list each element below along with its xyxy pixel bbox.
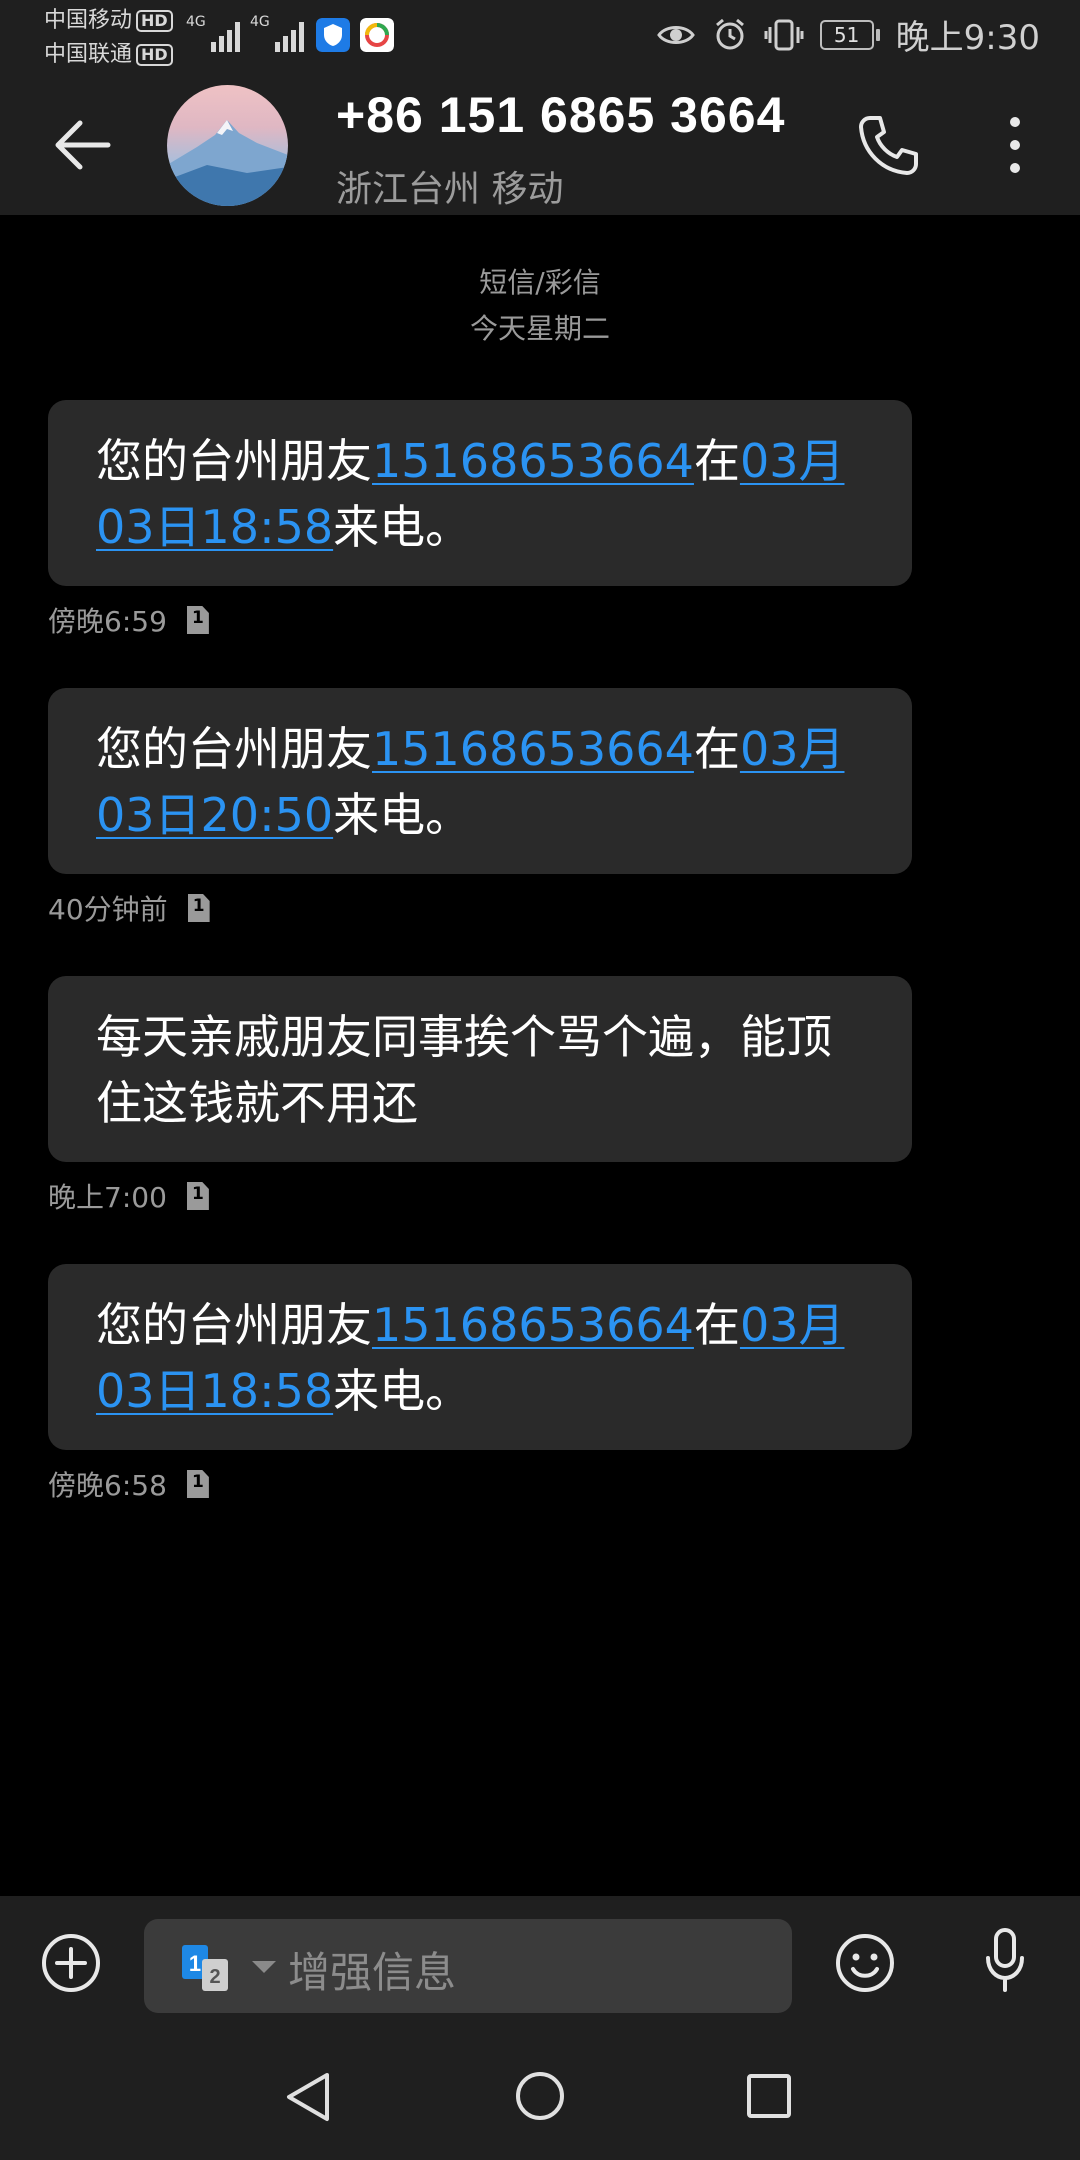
message-placeholder: 增强信息: [288, 1948, 457, 1997]
sim-switch-icon[interactable]: 1 2: [180, 1943, 236, 1993]
clock: 晚上9:30: [895, 18, 1040, 58]
svg-text:1: 1: [189, 1951, 201, 1976]
message-bubble[interactable]: 您的台州朋友15168653664在03月03日20:50来电。: [48, 688, 912, 874]
vibrate-icon: [764, 19, 804, 50]
status-bar: 中国移动 HD 中国联通 HD 4G 4G 51 晚上9:30: [0, 0, 1080, 72]
arrow-left-icon[interactable]: [50, 112, 116, 178]
message-type-label: 短信/彩信: [479, 266, 601, 299]
message-bubble[interactable]: 您的台州朋友15168653664在03月03日18:58来电。: [48, 400, 912, 586]
message-text: 在: [693, 434, 740, 488]
thread-header: 短信/彩信 今天星期二: [0, 260, 1080, 352]
message-input[interactable]: 1 2 增强信息: [144, 1919, 792, 2013]
message-text: 来电。: [333, 1364, 472, 1418]
message-link[interactable]: 15168653664: [372, 1298, 694, 1352]
message-text: 来电。: [333, 788, 472, 842]
sim-card-icon: 1: [187, 894, 210, 922]
status-right: 51 晚上9:30: [656, 10, 1040, 59]
mountain-photo: [167, 120, 288, 206]
message-bubble[interactable]: 您的台州朋友15168653664在03月03日18:58来电。: [48, 1264, 912, 1450]
chevron-down-icon[interactable]: [252, 1961, 276, 1973]
svg-text:2: 2: [209, 1966, 220, 1988]
message-time: 40分钟前: [48, 893, 168, 926]
message-meta: 傍晚6:58 1: [48, 1464, 209, 1504]
message-link[interactable]: 15168653664: [372, 722, 694, 776]
message-bubble[interactable]: 每天亲戚朋友同事挨个骂个遍，能顶住这钱就不用还: [48, 976, 912, 1162]
smiley-icon[interactable]: [834, 1932, 896, 1994]
system-navigation-bar: [0, 2028, 1080, 2160]
contact-phone-number: +86 151 6865 3664: [336, 87, 786, 143]
contact-location: 浙江台州 移动: [336, 169, 564, 210]
message-text: 您的台州朋友: [96, 434, 372, 488]
signal-2-icon: 4G: [250, 14, 304, 52]
message-link[interactable]: 15168653664: [372, 434, 694, 488]
message-meta: 40分钟前 1: [48, 888, 210, 928]
message-text: 来电。: [333, 500, 472, 554]
square-recent-icon[interactable]: [745, 2072, 793, 2120]
alarm-icon: [715, 18, 744, 49]
microphone-icon[interactable]: [980, 1926, 1030, 1996]
security-shield-icon: [316, 18, 350, 52]
battery-icon: 51: [819, 19, 880, 50]
message-time: 晚上7:00: [48, 1181, 167, 1214]
phone-icon[interactable]: [852, 110, 924, 182]
sim-card-icon: 1: [186, 606, 209, 634]
browser-app-icon: [360, 18, 394, 52]
conversation-header: +86 151 6865 3664 浙江台州 移动: [0, 72, 1080, 215]
more-vertical-icon[interactable]: [1000, 112, 1030, 178]
hd-badge: HD: [136, 44, 173, 66]
message-text: 您的台州朋友: [96, 722, 372, 776]
message-time: 傍晚6:58: [48, 1469, 167, 1502]
message-text: 您的台州朋友: [96, 1298, 372, 1352]
eye-comfort-icon: [656, 25, 695, 44]
message-text: 每天亲戚朋友同事挨个骂个遍，能顶住这钱就不用还: [96, 1010, 832, 1130]
sim-card-icon: 1: [186, 1470, 209, 1498]
circle-home-icon[interactable]: [514, 2070, 566, 2122]
triangle-back-icon[interactable]: [283, 2070, 333, 2124]
avatar[interactable]: [167, 85, 288, 206]
message-meta: 晚上7:00 1: [48, 1176, 209, 1216]
message-text: 在: [693, 1298, 740, 1352]
message-meta: 傍晚6:59 1: [48, 600, 209, 640]
plus-circle-icon[interactable]: [40, 1932, 102, 1994]
carrier-info: 中国移动 HD 中国联通 HD: [44, 4, 173, 72]
sim-card-icon: 1: [186, 1182, 209, 1210]
message-time: 傍晚6:59: [48, 605, 167, 638]
hd-badge: HD: [136, 10, 173, 32]
date-label: 今天星期二: [469, 312, 610, 345]
composer-bar: 1 2 增强信息: [0, 1896, 1080, 2028]
carrier-2-label: 中国联通: [44, 42, 133, 67]
carrier-1-label: 中国移动: [44, 8, 133, 33]
signal-1-icon: 4G: [186, 14, 240, 52]
message-text: 在: [693, 722, 740, 776]
